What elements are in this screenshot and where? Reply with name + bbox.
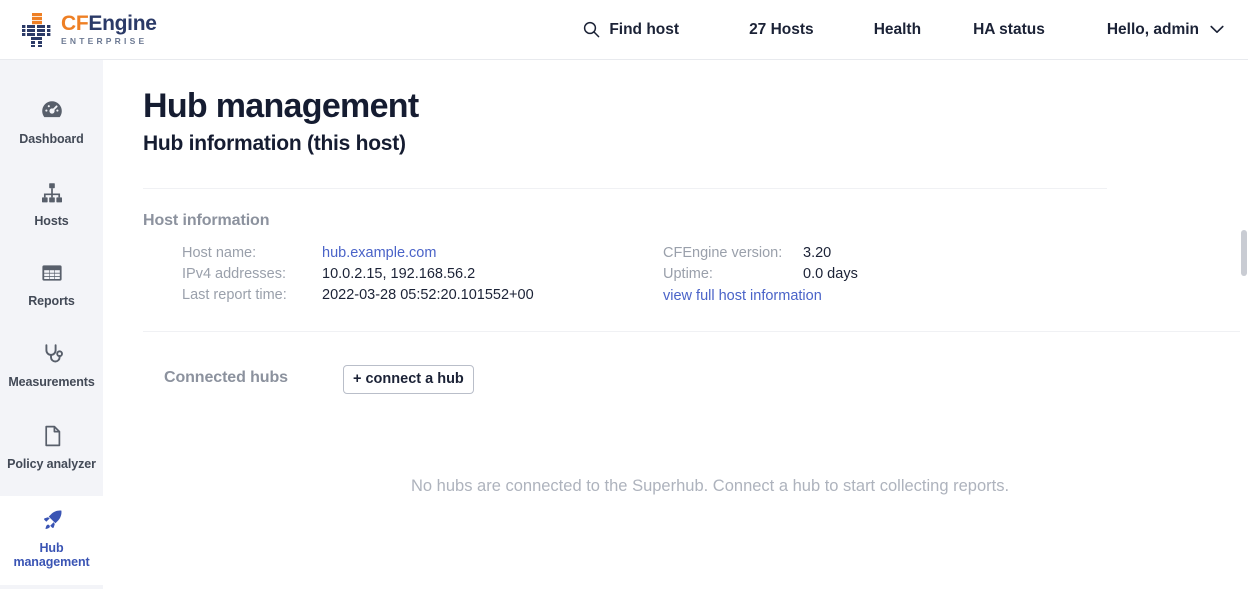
host-information-left-column: Host name: hub.example.com IPv4 addresse… [182,245,534,308]
hosts-count-label: 27 Hosts [749,21,814,39]
info-key-last-report-time: Last report time: [182,287,322,303]
sidebar-item-hub-management-label: Hubmanagement [13,541,89,569]
info-row-cfengine-version: CFEngine version: 3.20 [663,245,858,266]
vertical-scrollbar-track[interactable] [1240,60,1248,589]
sidebar-item-reports[interactable]: Reports [0,260,103,308]
info-key-uptime: Uptime: [663,266,803,282]
sidebar-item-policy-analyzer[interactable]: Policy analyzer [0,423,103,471]
sidebar-item-hosts-label: Hosts [34,214,68,228]
sidebar-item-hub-management-label-line1: Hub [39,541,63,555]
health-link[interactable]: Health [874,21,921,39]
connected-hubs-section-label: Connected hubs [164,369,288,387]
find-host-label: Find host [609,21,679,39]
info-key-host-name: Host name: [182,245,322,261]
info-row-full-host-information: view full host information [663,288,858,309]
document-icon [39,423,65,449]
sidebar-item-dashboard-label: Dashboard [19,132,83,146]
page-subtitle: Hub information (this host) [143,132,406,156]
hosts-count-link[interactable]: 27 Hosts [749,21,814,39]
info-value-host-name[interactable]: hub.example.com [322,245,436,261]
rocket-icon [39,507,65,533]
stethoscope-icon [39,341,65,367]
cfengine-logo-icon [22,13,52,47]
chevron-down-icon [1210,25,1224,34]
sidebar-item-hub-management[interactable]: Hubmanagement [0,496,103,585]
user-menu[interactable]: Hello, admin [1107,21,1224,39]
user-greeting-label: Hello, admin [1107,21,1199,39]
info-key-ipv4: IPv4 addresses: [182,266,322,282]
health-label: Health [874,21,921,39]
table-grid-icon [39,260,65,286]
info-row-last-report-time: Last report time: 2022-03-28 05:52:20.10… [182,287,534,308]
brand-logo-text: CFEngine ENTERPRISE [61,13,157,46]
ha-status-label: HA status [973,21,1045,39]
info-value-cfengine-version: 3.20 [803,245,831,261]
sidebar-item-hub-management-label-line2: management [13,555,89,569]
info-row-host-name: Host name: hub.example.com [182,245,534,266]
header-nav: Find host 27 Hosts Health HA status Hell… [583,0,1248,60]
info-value-uptime: 0.0 days [803,266,858,282]
top-header: CFEngine ENTERPRISE Find host 27 Hosts H… [0,0,1248,60]
gauge-icon [39,98,65,124]
sitemap-icon [39,180,65,206]
info-value-last-report-time: 2022-03-28 05:52:20.101552+00 [322,287,534,303]
page-title: Hub management [143,87,418,126]
vertical-scrollbar-thumb[interactable] [1241,230,1247,276]
info-row-uptime: Uptime: 0.0 days [663,266,858,287]
sidebar-item-measurements-label: Measurements [8,375,94,389]
host-information-right-column: CFEngine version: 3.20 Uptime: 0.0 days … [663,245,858,309]
brand-name-cf: CF [61,12,88,35]
connected-hubs-empty-message: No hubs are connected to the Superhub. C… [411,477,1009,496]
brand-logo[interactable]: CFEngine ENTERPRISE [22,13,157,47]
brand-edition: ENTERPRISE [61,37,157,46]
sidebar-item-policy-analyzer-label: Policy analyzer [7,457,96,471]
connect-a-hub-button[interactable]: + connect a hub [343,365,474,394]
main-content: Hub management Hub information (this hos… [103,60,1248,589]
divider-top [143,188,1107,189]
sidebar-item-reports-label: Reports [28,294,75,308]
ha-status-link[interactable]: HA status [973,21,1045,39]
sidebar-item-dashboard[interactable]: Dashboard [0,98,103,146]
brand-name: CFEngine [61,13,157,34]
view-full-host-information-link[interactable]: view full host information [663,288,822,304]
search-icon [583,21,600,38]
info-row-ipv4: IPv4 addresses: 10.0.2.15, 192.168.56.2 [182,266,534,287]
brand-name-engine: Engine [88,12,156,35]
info-value-ipv4: 10.0.2.15, 192.168.56.2 [322,266,475,282]
sidebar: Dashboard Hosts Reports [0,60,103,589]
info-key-cfengine-version: CFEngine version: [663,245,803,261]
sidebar-item-measurements[interactable]: Measurements [0,341,103,389]
sidebar-item-hosts[interactable]: Hosts [0,180,103,228]
divider-bottom [143,331,1248,332]
find-host-button[interactable]: Find host [583,21,679,39]
host-information-section-label: Host information [143,212,269,230]
